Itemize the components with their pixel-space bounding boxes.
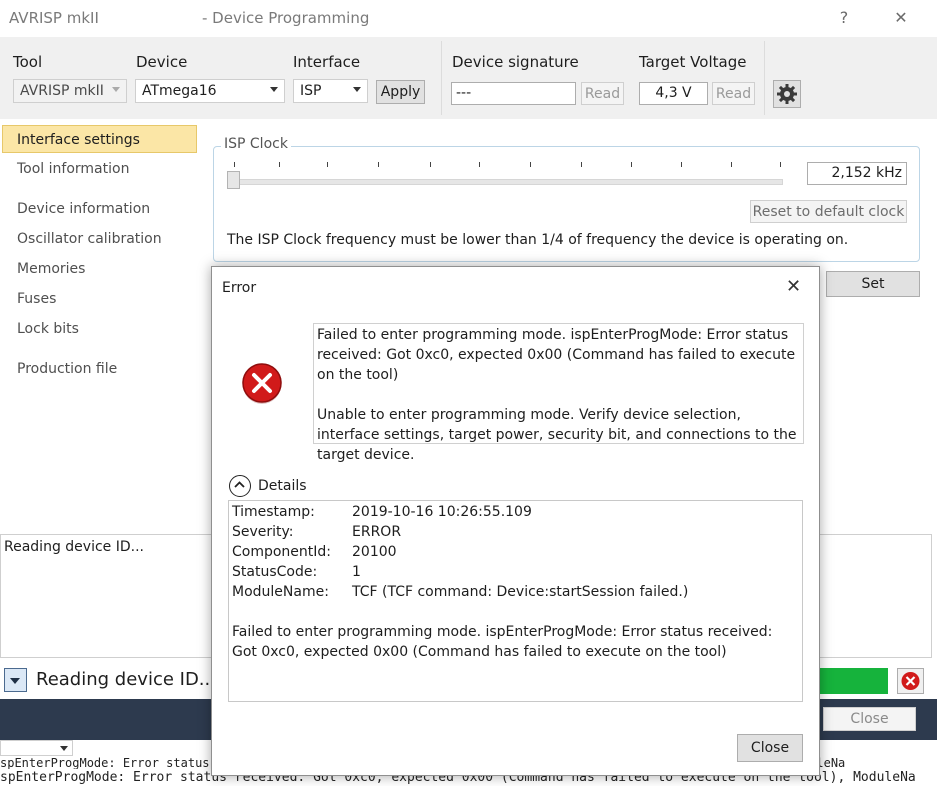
expand-log-button[interactable]: [4, 668, 27, 692]
slider-tick: [378, 162, 379, 167]
details-row-severity: Severity: ERROR: [232, 522, 799, 542]
slider-tick: [327, 162, 328, 167]
toolbar-divider: [764, 41, 765, 115]
cancel-operation-button[interactable]: [897, 668, 924, 694]
slider-tick: [279, 162, 280, 167]
device-select-value: ATmega16: [142, 83, 217, 99]
sidebar-item-production-file[interactable]: Production file: [0, 355, 198, 383]
isp-clock-note: The ISP Clock frequency must be lower th…: [227, 232, 849, 248]
slider-tick: [479, 162, 480, 167]
sidebar-item-interface-settings[interactable]: Interface settings: [2, 125, 197, 153]
error-message-primary: Failed to enter programming mode. ispEnt…: [317, 327, 796, 383]
window-close-button[interactable]: ✕: [881, 4, 921, 32]
details-value: 1: [352, 564, 361, 580]
details-row-statuscode: StatusCode: 1: [232, 562, 799, 582]
device-signature-field[interactable]: ---: [451, 82, 576, 105]
sidebar-item-memories[interactable]: Memories: [0, 255, 198, 283]
console-select[interactable]: [0, 740, 73, 756]
details-row-componentid: ComponentId: 20100: [232, 542, 799, 562]
details-message: Failed to enter programming mode. ispEnt…: [232, 624, 773, 660]
apply-button[interactable]: Apply: [376, 80, 425, 104]
sidebar-item-lock-bits[interactable]: Lock bits: [0, 315, 198, 343]
signature-read-button[interactable]: Read: [581, 82, 624, 105]
details-key: Severity:: [232, 524, 294, 540]
error-message-hint: Unable to enter programming mode. Verify…: [317, 407, 797, 463]
window-title: - Device Programming: [202, 9, 370, 27]
tool-label: Tool: [13, 53, 43, 71]
details-key: ComponentId:: [232, 544, 332, 560]
error-message-box: Failed to enter programming mode. ispEnt…: [313, 323, 804, 463]
sidebar-item-oscillator-calibration[interactable]: Oscillator calibration: [0, 225, 198, 253]
target-voltage-label: Target Voltage: [639, 53, 747, 71]
details-key: ModuleName:: [232, 584, 329, 600]
sidebar-item-device-information[interactable]: Device information: [0, 195, 198, 223]
slider-tick: [430, 162, 431, 167]
interface-label: Interface: [293, 53, 361, 71]
slider-tick: [581, 162, 582, 167]
dialog-title: Error: [222, 280, 257, 296]
slider-tick: [530, 162, 531, 167]
chevron-up-icon: [234, 481, 245, 488]
details-value: TCF (TCF command: Device:startSession fa…: [352, 584, 689, 600]
chevron-down-icon: [60, 746, 68, 751]
error-icon: [901, 672, 920, 690]
error-icon: [242, 363, 282, 404]
settings-button[interactable]: [773, 80, 801, 108]
details-key: StatusCode:: [232, 564, 318, 580]
details-toggle-button[interactable]: [229, 475, 251, 497]
slider-tick: [234, 162, 235, 167]
voltage-read-button[interactable]: Read: [712, 82, 755, 105]
tool-select-value: AVRISP mkII: [20, 83, 104, 99]
set-button[interactable]: Set: [826, 271, 920, 297]
dialog-close-button[interactable]: ✕: [786, 276, 801, 297]
slider-tick: [731, 162, 732, 167]
toolbar-divider: [441, 41, 442, 115]
isp-clock-slider-track[interactable]: [233, 179, 783, 185]
device-select[interactable]: ATmega16: [135, 79, 285, 103]
output-log-text: Reading device ID...: [4, 539, 144, 555]
isp-clock-value-field[interactable]: 2,152 kHz: [807, 162, 907, 185]
chevron-down-icon: [353, 87, 361, 92]
details-row-modulename: ModuleName: TCF (TCF command: Device:star…: [232, 582, 799, 602]
gear-icon: [777, 84, 797, 104]
details-key: Timestamp:: [232, 504, 315, 520]
chevron-down-icon: [270, 87, 278, 92]
sidebar-item-tool-information[interactable]: Tool information: [0, 155, 198, 183]
slider-tick: [780, 162, 781, 167]
target-voltage-field[interactable]: 4,3 V: [639, 82, 708, 105]
help-button[interactable]: ?: [824, 4, 864, 32]
interface-select[interactable]: ISP: [293, 79, 368, 103]
window-tool-name: AVRISP mkII: [9, 9, 99, 27]
isp-clock-legend: ISP Clock: [221, 136, 291, 152]
details-label: Details: [258, 478, 307, 494]
reset-default-clock-button[interactable]: Reset to default clock: [750, 200, 907, 223]
slider-tick: [681, 162, 682, 167]
progress-bar: [820, 668, 888, 694]
error-dialog: Error ✕ Failed to enter programming mode…: [211, 266, 820, 776]
details-row-timestamp: Timestamp: 2019-10-16 10:26:55.109: [232, 502, 799, 522]
tool-select[interactable]: AVRISP mkII: [13, 79, 127, 103]
dialog-close-button-bottom[interactable]: Close: [737, 734, 803, 762]
sidebar-item-fuses[interactable]: Fuses: [0, 285, 198, 313]
device-label: Device: [136, 53, 188, 71]
isp-clock-slider-thumb[interactable]: [227, 171, 240, 189]
main-close-button[interactable]: Close: [823, 707, 916, 731]
interface-select-value: ISP: [300, 83, 322, 99]
details-value: ERROR: [352, 524, 402, 540]
title-bar: AVRISP mkII - Device Programming ? ✕: [0, 0, 937, 36]
details-value: 2019-10-16 10:26:55.109: [352, 504, 532, 520]
toolbar: Tool AVRISP mkII Device ATmega16 Interfa…: [0, 37, 937, 119]
details-box[interactable]: Timestamp: 2019-10-16 10:26:55.109 Severi…: [228, 500, 803, 702]
chevron-down-icon: [112, 87, 120, 92]
device-signature-label: Device signature: [452, 53, 579, 71]
details-value: 20100: [352, 544, 397, 560]
status-text: Reading device ID...: [36, 669, 216, 690]
chevron-down-icon: [10, 678, 20, 684]
slider-tick: [631, 162, 632, 167]
